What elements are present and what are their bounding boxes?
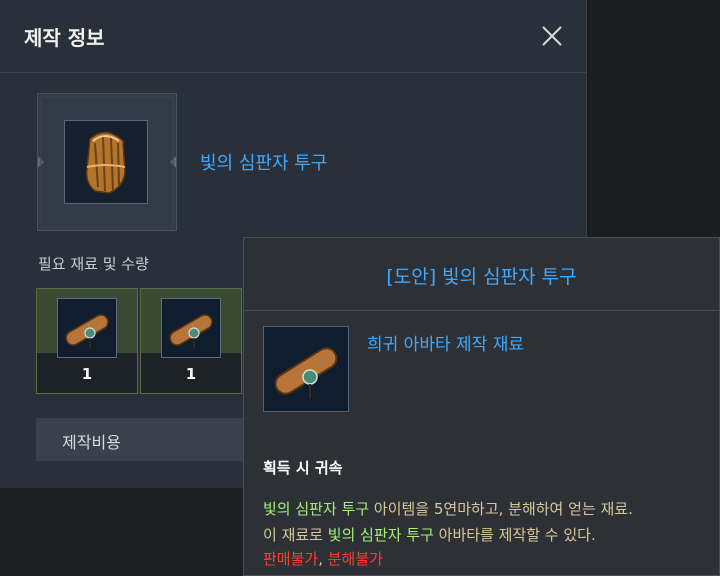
desc-item-highlight: 빛의 심판자 투구	[263, 500, 370, 518]
material-count: 1	[81, 365, 93, 383]
tooltip-header: [도안] 빛의 심판자 투구	[244, 238, 719, 311]
scroll-icon	[162, 299, 220, 357]
material-slot[interactable]: 1	[36, 288, 138, 394]
tooltip-title: [도안] 빛의 심판자 투구	[386, 266, 577, 288]
desc-line-1: 빛의 심판자 투구 아이템을 5연마하고, 분해하여 얻는 재료.	[263, 496, 713, 522]
desc-item-highlight: 빛의 심판자 투구	[327, 526, 434, 544]
item-icon-slot	[64, 120, 148, 204]
materials-label: 필요 재료 및 수량	[38, 255, 149, 273]
material-icon-frame	[57, 298, 117, 358]
material-icon-frame	[161, 298, 221, 358]
close-button[interactable]	[536, 20, 568, 52]
item-frame[interactable]	[37, 93, 177, 231]
material-count: 1	[185, 365, 197, 383]
tooltip-category: 희귀 아바타 제작 재료	[367, 335, 524, 355]
scroll-icon	[58, 299, 116, 357]
material-slot[interactable]: 1	[140, 288, 242, 394]
close-icon	[542, 26, 562, 46]
tooltip-description: 빛의 심판자 투구 아이템을 5연마하고, 분해하여 얻는 재료. 이 재료로 …	[263, 496, 713, 548]
panel-title: 제작 정보	[24, 26, 105, 50]
item-tooltip: [도안] 빛의 심판자 투구 희귀 아바타 제작 재료 획득 시 귀속 빛의 심…	[243, 237, 720, 576]
item-name: 빛의 심판자 투구	[200, 153, 328, 174]
tooltip-trade-restrictions: 판매불가, 분해불가	[263, 548, 383, 569]
cost-label: 제작비용	[62, 433, 121, 452]
tooltip-bind-info: 획득 시 귀속	[263, 459, 343, 477]
no-sell-label: 판매불가	[263, 550, 319, 568]
desc-text: 아이템을 5연마하고, 분해하여 얻는 재료.	[369, 500, 633, 518]
scroll-icon	[264, 327, 348, 411]
desc-text: 이 재료로	[263, 526, 328, 544]
panel-header: 제작 정보	[0, 0, 586, 73]
tooltip-icon-frame	[263, 326, 349, 412]
cost-box: 제작비용	[36, 418, 256, 461]
trade-separator: ,	[318, 550, 328, 568]
desc-line-2: 이 재료로 빛의 심판자 투구 아바타를 제작할 수 있다.	[263, 522, 713, 548]
no-disassemble-label: 분해불가	[327, 550, 383, 568]
helmet-icon	[65, 121, 147, 203]
desc-text: 아바타를 제작할 수 있다.	[433, 526, 596, 544]
